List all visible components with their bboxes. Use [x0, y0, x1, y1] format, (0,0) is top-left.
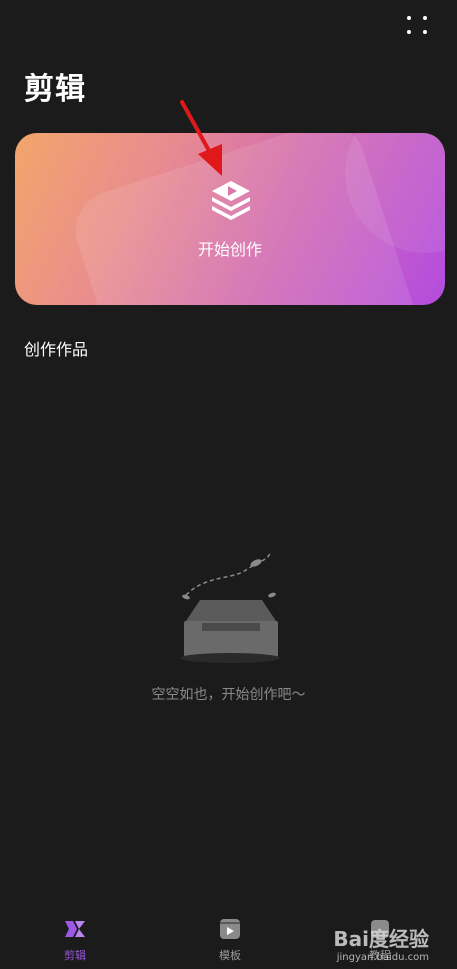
nav-item-edit[interactable]: 剪辑 [35, 909, 115, 969]
watermark-brand: Bai度经验 [333, 927, 429, 951]
menu-dot [423, 16, 427, 20]
layered-play-icon [212, 181, 250, 220]
section-title-works: 创作作品 [24, 340, 89, 359]
more-menu-button[interactable] [405, 12, 429, 36]
watermark-url: jingyan.baidu.com [336, 952, 429, 963]
nav-item-templates[interactable]: 模板 [190, 909, 270, 969]
page-title: 剪辑 [24, 72, 86, 107]
menu-dot [423, 30, 427, 34]
start-creating-label: 开始创作 [197, 240, 262, 259]
empty-inbox-icon [180, 552, 280, 663]
edit-logo-icon [65, 921, 85, 937]
nav-label-templates: 模板 [219, 949, 241, 962]
nav-label-edit: 剪辑 [64, 949, 86, 962]
menu-dot [407, 30, 411, 34]
more-dots-icon [407, 16, 411, 20]
baidu-watermark: Bai度经验 jingyan.baidu.com [333, 923, 429, 963]
template-film-icon [220, 919, 240, 939]
annotation-arrow-icon [180, 100, 222, 176]
empty-state-text: 空空如也，开始创作吧～ [151, 687, 306, 703]
